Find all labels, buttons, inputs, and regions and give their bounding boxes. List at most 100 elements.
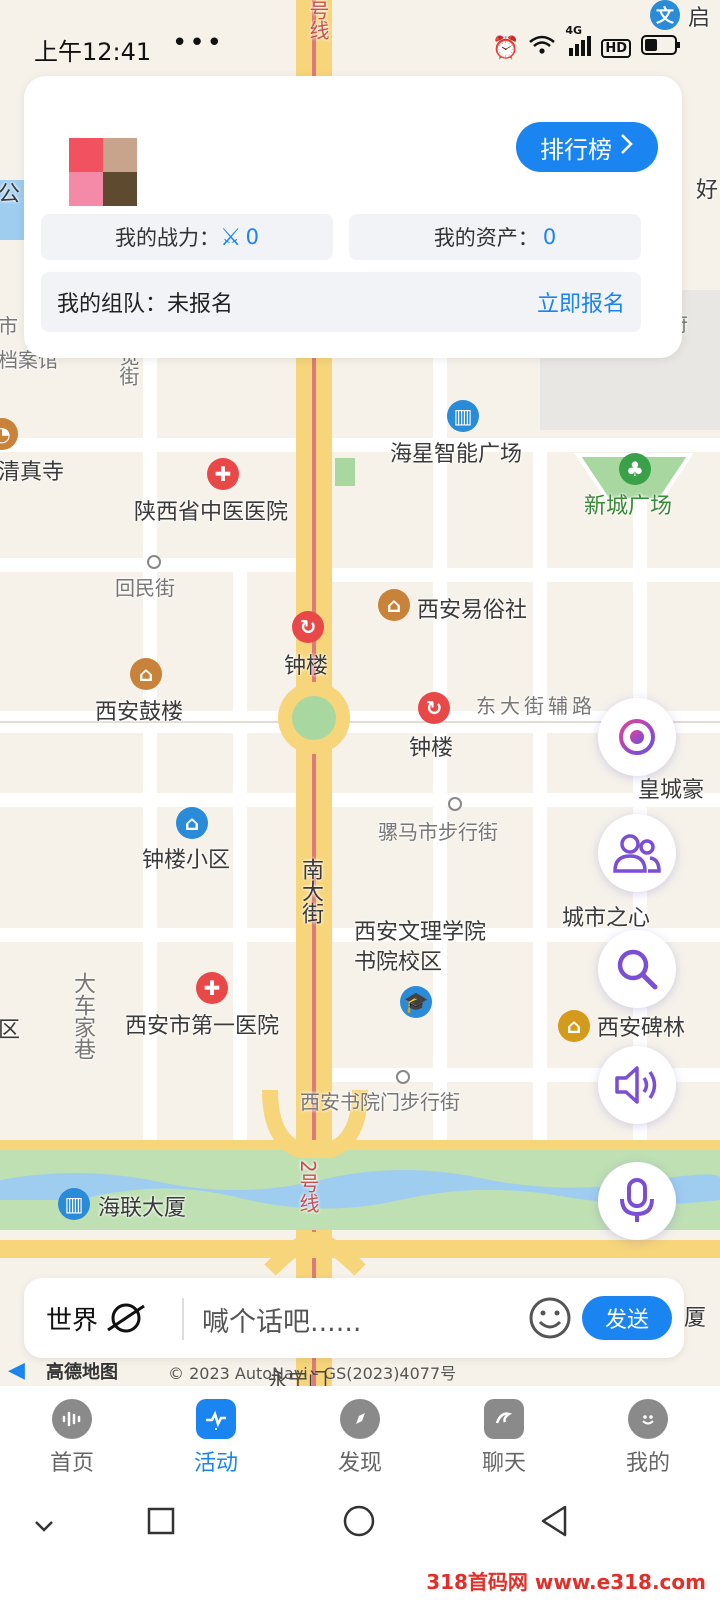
divider	[182, 1298, 184, 1340]
emoji-icon[interactable]	[528, 1296, 572, 1344]
team-status: 我的组队：未报名	[57, 292, 234, 317]
nav-discover-label: 发现	[337, 1451, 382, 1476]
map-label-tcm-hospital[interactable]: 陕西省中医医院	[134, 494, 288, 526]
map-label-huangcheng[interactable]: 皇城豪	[638, 772, 704, 804]
amap-brand: 高德地图	[46, 1362, 118, 1383]
locate-button[interactable]	[598, 698, 676, 776]
building-icon[interactable]: ▥	[447, 400, 479, 432]
map-label-gulou[interactable]: 西安鼓楼	[95, 694, 183, 726]
map-label-shuyuan[interactable]: 西安书院门步行街	[300, 1086, 460, 1115]
mic-button[interactable]	[598, 1162, 676, 1240]
alarm-icon: ⏰	[492, 35, 520, 61]
crossed-swords-icon: ⚔	[220, 223, 242, 251]
team-row: 我的组队：未报名 立即报名	[41, 272, 641, 332]
map-label-zhonglou2[interactable]: 钟楼	[409, 730, 453, 762]
nav-activity[interactable]: 活动	[144, 1386, 288, 1490]
map-label-shi: 市	[0, 314, 18, 338]
activity-icon	[196, 1399, 236, 1439]
nav-activity-label: 活动	[193, 1451, 238, 1476]
sound-button[interactable]	[598, 1046, 676, 1124]
chat-input[interactable]: 喊个话吧......	[202, 1300, 362, 1339]
hospital-icon[interactable]: ✚	[196, 972, 228, 1004]
search-icon	[617, 949, 658, 990]
ranking-button[interactable]: 排行榜	[516, 122, 658, 172]
wifi-icon	[529, 35, 556, 61]
residence-icon[interactable]: ⌂	[176, 807, 208, 839]
map-label-nandajie: 南大街	[298, 858, 323, 924]
metro-icon[interactable]: ↻	[292, 611, 324, 643]
chevron-down-icon[interactable]	[34, 1518, 54, 1537]
chevron-right-icon	[618, 133, 634, 161]
tree-icon[interactable]: ♣	[619, 453, 651, 485]
compass-icon	[340, 1399, 380, 1439]
group-button[interactable]	[598, 814, 676, 892]
map-label-hailian[interactable]: 海联大厦	[98, 1190, 186, 1222]
nav-home-label: 首页	[49, 1451, 94, 1476]
profile-icon	[628, 1399, 668, 1439]
home-circle-icon[interactable]	[342, 1504, 376, 1542]
nav-mine-label: 我的	[625, 1451, 670, 1476]
microphone-icon	[620, 1178, 654, 1222]
back-triangle-icon[interactable]	[538, 1504, 570, 1542]
nav-chat[interactable]: 聊天	[432, 1386, 576, 1490]
map-label-zhonglou-xiaoqu[interactable]: 钟楼小区	[142, 842, 230, 874]
watermark: 318首码网 www.e318.com	[426, 1570, 706, 1594]
power-value: 0	[245, 225, 259, 249]
school-icon[interactable]: 🎓	[400, 986, 432, 1018]
channel-label: 世界	[46, 1306, 99, 1336]
map-label-chengshi[interactable]: 城市之心	[562, 900, 650, 932]
assets-value: 0	[542, 225, 557, 249]
museum-icon[interactable]: ⌂	[378, 589, 410, 621]
speaker-icon	[615, 1066, 657, 1104]
power-pill: 我的战力： ⚔ 0	[41, 214, 333, 260]
map-label-xincheng[interactable]: 新城广场	[584, 488, 672, 520]
planet-icon	[106, 1300, 146, 1343]
signup-link[interactable]: 立即报名	[537, 286, 625, 318]
map-label-qingzhen[interactable]: 清真寺	[0, 454, 64, 486]
chat-icon	[484, 1399, 524, 1439]
poi-dot	[147, 555, 161, 569]
metro-icon[interactable]: ↻	[418, 692, 450, 724]
map-label-first-hospital[interactable]: 西安市第一医院	[125, 1008, 279, 1040]
map-label-luomashi[interactable]: 骡马市步行街	[378, 816, 498, 845]
poi-dot	[448, 797, 462, 811]
profile-card: 排行榜 我的战力： ⚔ 0 我的资产： 0 我的组队：未报名 立即报名	[24, 76, 682, 358]
hd-badge: HD	[601, 38, 632, 58]
nav-home[interactable]: 首页	[0, 1386, 144, 1490]
status-time: 上午12:41	[34, 38, 152, 66]
map-label-hao: 好	[696, 178, 719, 203]
building-icon[interactable]: ▥	[58, 1188, 90, 1220]
amap-logo-icon: ◀	[8, 1358, 25, 1383]
group-users-icon	[613, 834, 661, 873]
map-label-sha: 厦	[684, 1306, 707, 1331]
assets-label: 我的资产：	[433, 226, 539, 250]
map-label-dongdajie: 东大街辅路	[476, 694, 596, 718]
hospital-icon[interactable]: ✚	[207, 458, 239, 490]
poi-dot	[396, 1070, 410, 1084]
museum-icon[interactable]: ⌂	[558, 1010, 590, 1042]
signal-icon: 4G	[565, 24, 592, 62]
assets-pill: 我的资产： 0	[349, 214, 641, 260]
ranking-label: 排行榜	[540, 135, 612, 164]
map-label-beilin[interactable]: 西安碑林	[597, 1010, 685, 1042]
chat-bar: 世界 喊个话吧...... 发送	[24, 1278, 684, 1358]
map-attribution: ◀ 高德地图 © 2023 AutoNavi - GS(2023)4077号 永…	[0, 1356, 720, 1392]
map-label-gong: 公	[0, 182, 21, 207]
avatar[interactable]	[69, 138, 137, 206]
map-label-haixing[interactable]: 海星智能广场	[390, 436, 522, 468]
map-label-yisu[interactable]: 西安易俗社	[417, 592, 527, 624]
map-label-huimin[interactable]: 回民街	[115, 572, 175, 601]
museum-icon[interactable]: ⌂	[130, 658, 162, 690]
bottom-nav: 首页 活动 发现 聊天 我的	[0, 1386, 720, 1490]
network-type: 4G	[565, 24, 583, 37]
map-label-zhonglou-metro[interactable]: 钟楼	[284, 648, 328, 680]
nav-discover[interactable]: 发现	[288, 1386, 432, 1490]
recents-square-icon[interactable]	[146, 1506, 176, 1540]
search-button[interactable]	[598, 930, 676, 1008]
battery-icon	[641, 34, 681, 62]
channel-world[interactable]: 世界	[46, 1300, 146, 1343]
map-label-qu: 区	[0, 1018, 21, 1043]
nav-mine[interactable]: 我的	[576, 1386, 720, 1490]
map-label-wenli[interactable]: 西安文理学院书院校区	[354, 918, 486, 978]
send-button[interactable]: 发送	[582, 1296, 672, 1340]
